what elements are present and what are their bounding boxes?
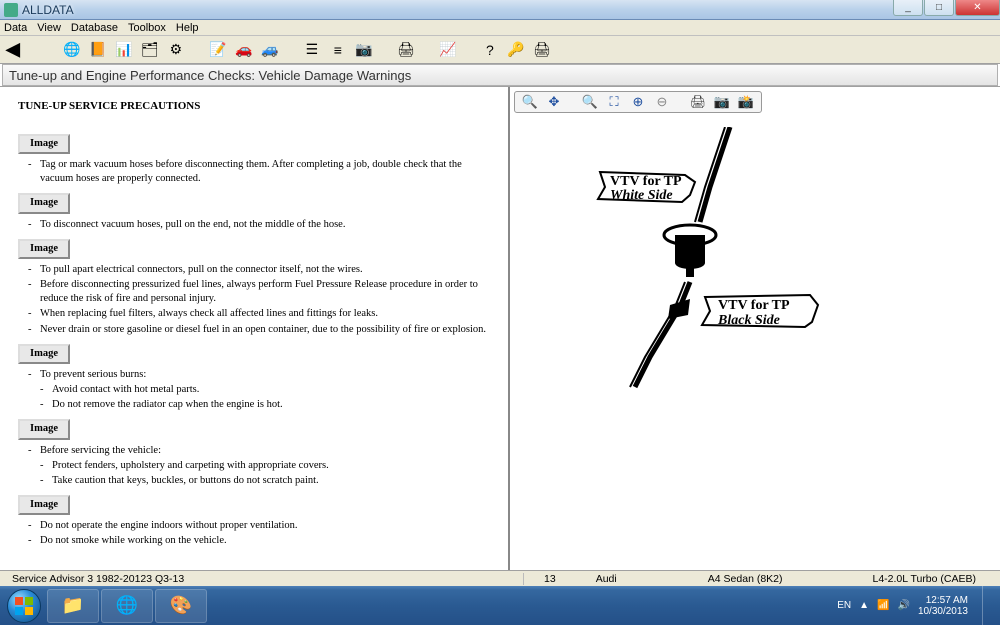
maximize-button[interactable]: □ xyxy=(924,0,954,16)
statusbar: Service Advisor 3 1982-20123 Q3-13 13 Au… xyxy=(0,570,1000,586)
table-icon[interactable]: 📊 xyxy=(114,40,134,60)
task-item[interactable]: 📁 xyxy=(47,589,99,623)
window-controls: _ □ ✕ xyxy=(892,0,1000,16)
globe-icon[interactable]: 🌐 xyxy=(62,40,82,60)
app-icon xyxy=(4,3,18,17)
tray-lang[interactable]: EN xyxy=(837,600,851,611)
move-icon[interactable]: ✥ xyxy=(545,93,563,111)
status-page: 13 xyxy=(544,573,556,585)
breadcrumb-text: Tune-up and Engine Performance Checks: V… xyxy=(9,68,411,83)
article-text: When replacing fuel filters, always chec… xyxy=(28,307,490,321)
tray-date: 10/30/2013 xyxy=(918,606,968,617)
printer2-icon[interactable]: 🖨 xyxy=(532,40,552,60)
article-text: Avoid contact with hot metal parts. xyxy=(40,383,490,397)
main-toolbar: ◀ 🌐 📙 📊 🗂 ⚙ 📝 🚗 🚙 ☰ ≡ 📷 🖨 📈 ? 🔑 🖨 xyxy=(0,36,1000,64)
status-model: A4 Sedan (8K2) xyxy=(708,573,783,585)
article-text: Take caution that keys, buckles, or butt… xyxy=(40,474,490,488)
chart-icon[interactable]: 📈 xyxy=(438,40,458,60)
article-text: Do not remove the radiator cap when the … xyxy=(40,398,490,412)
menu-view[interactable]: View xyxy=(37,22,61,34)
article-text: Before disconnecting pressurized fuel li… xyxy=(28,278,490,306)
zoom-region-icon[interactable]: 🔍 xyxy=(581,93,599,111)
image-button-2[interactable]: Image xyxy=(18,193,70,213)
book-icon[interactable]: 📙 xyxy=(88,40,108,60)
cards-icon[interactable]: 🗂 xyxy=(140,40,160,60)
show-desktop-button[interactable] xyxy=(982,586,994,625)
status-make: Audi xyxy=(596,573,617,585)
back-button[interactable]: ◀ xyxy=(6,39,20,60)
image-button-1[interactable]: Image xyxy=(18,134,70,154)
taskbar: 📁 🌐 🎨 EN ▲ 📶 🔊 12:57 AM 10/30/2013 xyxy=(0,586,1000,625)
article-text: Do not smoke while working on the vehicl… xyxy=(28,534,490,548)
menu-help[interactable]: Help xyxy=(176,22,199,34)
note-icon[interactable]: 📝 xyxy=(208,40,228,60)
camera2-icon[interactable]: 📷 xyxy=(713,93,731,111)
camera-icon[interactable]: 📷 xyxy=(354,40,374,60)
article-text: Never drain or store gasoline or diesel … xyxy=(28,323,490,337)
car-icon[interactable]: 🚙 xyxy=(260,40,280,60)
main-split: TUNE-UP SERVICE PRECAUTIONS Image Tag or… xyxy=(0,86,1000,584)
article-text: Before servicing the vehicle: xyxy=(28,444,490,458)
tray-volume-icon[interactable]: 🔊 xyxy=(897,600,909,611)
zoom-minus-icon[interactable]: ⊖ xyxy=(653,93,671,111)
article-text: Tag or mark vacuum hoses before disconne… xyxy=(28,158,490,186)
tray-network-icon[interactable]: 📶 xyxy=(877,600,889,611)
key-icon[interactable]: 🔑 xyxy=(506,40,526,60)
article-heading: TUNE-UP SERVICE PRECAUTIONS xyxy=(18,99,490,114)
article-text: Protect fenders, upholstery and carpetin… xyxy=(40,459,490,473)
image-button-4[interactable]: Image xyxy=(18,344,70,364)
start-button[interactable] xyxy=(2,588,46,624)
system-tray: EN ▲ 📶 🔊 12:57 AM 10/30/2013 xyxy=(837,586,1000,625)
diagram-label-bot-1: VTV for TP xyxy=(718,298,790,313)
task-item[interactable]: 🎨 xyxy=(155,589,207,623)
camera3-icon[interactable]: 📸 xyxy=(737,93,755,111)
newcar-icon[interactable]: 🚗 xyxy=(234,40,254,60)
article-text: To pull apart electrical connectors, pul… xyxy=(28,263,490,277)
article-text: Do not operate the engine indoors withou… xyxy=(28,519,490,533)
menubar: Data View Database Toolbox Help xyxy=(0,20,1000,36)
lines-icon[interactable]: ≡ xyxy=(328,40,348,60)
print-img-icon[interactable]: 🖨 xyxy=(689,93,707,111)
status-advisor: Service Advisor 3 1982-20123 Q3-13 xyxy=(4,573,524,585)
menu-database[interactable]: Database xyxy=(71,22,118,34)
zoom-plus-icon[interactable]: ⊕ xyxy=(629,93,647,111)
image-toolbar: 🔍 ✥ 🔍 ⛶ ⊕ ⊖ 🖨 📷 📸 xyxy=(514,91,762,113)
status-engine: L4-2.0L Turbo (CAEB) xyxy=(873,573,977,585)
help-icon[interactable]: ? xyxy=(480,40,500,60)
minimize-button[interactable]: _ xyxy=(893,0,923,16)
zoom-in-icon[interactable]: 🔍 xyxy=(521,93,539,111)
close-button[interactable]: ✕ xyxy=(955,0,1000,16)
list-icon[interactable]: ☰ xyxy=(302,40,322,60)
image-button-5[interactable]: Image xyxy=(18,419,70,439)
menu-toolbox[interactable]: Toolbox xyxy=(128,22,166,34)
tray-flag-icon[interactable]: ▲ xyxy=(859,600,869,611)
menu-data[interactable]: Data xyxy=(4,22,27,34)
tray-time: 12:57 AM xyxy=(918,595,968,606)
task-item[interactable]: 🌐 xyxy=(101,589,153,623)
article-text: To prevent serious burns: xyxy=(28,368,490,382)
article-text: To disconnect vacuum hoses, pull on the … xyxy=(28,218,490,232)
window-titlebar: ALLDATA _ □ ✕ xyxy=(0,0,1000,20)
breadcrumb: Tune-up and Engine Performance Checks: V… xyxy=(2,64,998,86)
image-pane: 🔍 ✥ 🔍 ⛶ ⊕ ⊖ 🖨 📷 📸 VTV for TP White Side xyxy=(510,87,1000,584)
tray-clock[interactable]: 12:57 AM 10/30/2013 xyxy=(918,595,968,617)
diagram-label-top-2: White Side xyxy=(610,188,673,203)
zoom-fit-icon[interactable]: ⛶ xyxy=(605,93,623,111)
gear-icon[interactable]: ⚙ xyxy=(166,40,186,60)
article-pane: TUNE-UP SERVICE PRECAUTIONS Image Tag or… xyxy=(0,87,510,584)
window-title: ALLDATA xyxy=(22,3,74,17)
diagram-image: VTV for TP White Side VTV for TP Black S… xyxy=(530,127,970,407)
diagram-label-bot-2: Black Side xyxy=(717,313,780,328)
image-button-3[interactable]: Image xyxy=(18,239,70,259)
image-button-6[interactable]: Image xyxy=(18,495,70,515)
diagram-label-top-1: VTV for TP xyxy=(610,174,682,189)
print-icon[interactable]: 🖨 xyxy=(396,40,416,60)
